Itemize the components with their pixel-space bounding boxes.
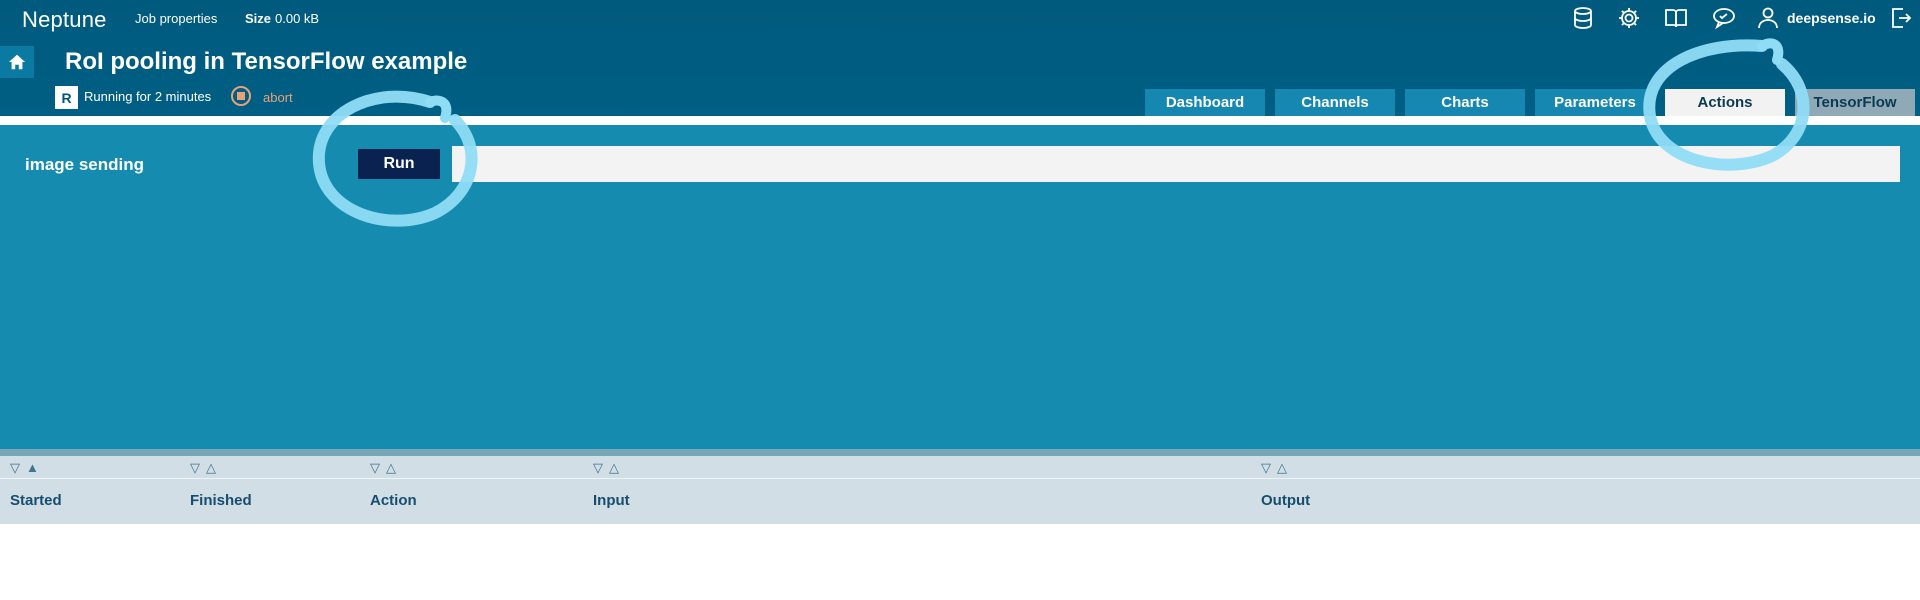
panel-divider xyxy=(0,449,1920,456)
column-input[interactable]: Input xyxy=(593,492,630,509)
chat-icon[interactable] xyxy=(1711,5,1737,31)
column-started[interactable]: Started xyxy=(10,492,62,509)
size-label: Size xyxy=(245,11,272,26)
database-icon[interactable] xyxy=(1570,5,1596,31)
tab-charts[interactable]: Charts xyxy=(1405,89,1525,116)
sort-row: ▽▲ ▽△ ▽△ ▽△ ▽△ xyxy=(0,456,1920,479)
sort-arrows-output[interactable]: ▽△ xyxy=(1261,460,1293,476)
tab-tensorflow[interactable]: TensorFlow xyxy=(1795,89,1915,116)
brand-logo[interactable]: Neptune xyxy=(22,7,107,33)
actions-table-header: ▽▲ ▽△ ▽△ ▽△ ▽△ Started Finished Action I… xyxy=(0,456,1920,524)
sort-arrows-started[interactable]: ▽▲ xyxy=(10,460,45,476)
tab-bar: Dashboard Channels Charts Parameters Act… xyxy=(0,89,1920,116)
logout-icon[interactable] xyxy=(1888,5,1914,31)
column-output[interactable]: Output xyxy=(1261,492,1310,509)
tab-parameters[interactable]: Parameters xyxy=(1535,89,1655,116)
header-separator xyxy=(0,116,1920,125)
tab-actions[interactable]: Actions xyxy=(1665,89,1785,116)
sort-arrows-action[interactable]: ▽△ xyxy=(370,460,402,476)
top-header: Neptune Job properties Size 0.00 kB deep… xyxy=(0,0,1920,116)
user-icon[interactable] xyxy=(1755,5,1781,31)
tab-channels[interactable]: Channels xyxy=(1275,89,1395,116)
settings-gear-icon[interactable] xyxy=(1616,5,1642,31)
home-icon xyxy=(8,54,26,70)
sort-arrows-finished[interactable]: ▽△ xyxy=(190,460,222,476)
size-value: 0.00 kB xyxy=(275,11,320,26)
user-name[interactable]: deepsense.io xyxy=(1787,10,1876,26)
tab-dashboard[interactable]: Dashboard xyxy=(1145,89,1265,116)
page-title: RoI pooling in TensorFlow example xyxy=(65,48,468,75)
sort-arrows-input[interactable]: ▽△ xyxy=(593,460,625,476)
run-button[interactable]: Run xyxy=(358,149,440,179)
column-action[interactable]: Action xyxy=(370,492,417,509)
actions-panel: image sending Run xyxy=(0,125,1920,449)
action-name: image sending xyxy=(25,155,145,174)
column-finished[interactable]: Finished xyxy=(190,492,252,509)
action-input-field[interactable] xyxy=(452,146,1900,182)
home-button[interactable] xyxy=(0,46,34,78)
job-properties-link[interactable]: Job properties xyxy=(135,11,217,26)
book-icon[interactable] xyxy=(1663,5,1689,31)
